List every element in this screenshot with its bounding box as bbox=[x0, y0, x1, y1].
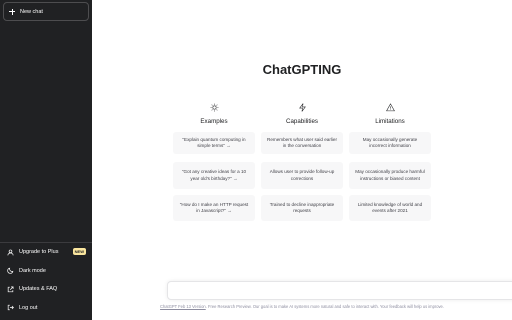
message-input-box bbox=[167, 281, 512, 300]
limitation-card: Limited knowledge of world and events af… bbox=[349, 195, 431, 221]
capabilities-column: Capabilities bbox=[261, 103, 343, 128]
lightning-icon bbox=[298, 99, 307, 117]
capability-card: Allows user to provide follow-up correct… bbox=[261, 162, 343, 189]
example-card[interactable]: "Got any creative ideas for a 10 year ol… bbox=[173, 162, 255, 189]
limitation-card: May occasionally generate incorrect info… bbox=[349, 132, 431, 154]
limitations-heading: Limitations bbox=[375, 118, 405, 125]
main-panel: ChatGPTING Examples "Explain quantum com… bbox=[92, 0, 512, 320]
limitations-column: Limitations bbox=[349, 103, 431, 128]
dark-mode-button[interactable]: Dark mode bbox=[0, 262, 92, 281]
app-root: New chat Upgrade to Plus NEW Dark mode U… bbox=[0, 0, 512, 320]
logout-icon bbox=[7, 304, 14, 311]
log-out-label: Log out bbox=[19, 304, 38, 311]
footer-text: . Free Research Preview. Our goal is to … bbox=[205, 304, 444, 309]
upgrade-to-plus-button[interactable]: Upgrade to Plus NEW bbox=[0, 243, 92, 262]
message-input[interactable] bbox=[174, 285, 504, 297]
example-card[interactable]: "How do I make an HTTP request in Javasc… bbox=[173, 195, 255, 221]
sun-icon bbox=[210, 99, 219, 117]
examples-column: Examples bbox=[173, 103, 255, 128]
example-card[interactable]: "Explain quantum computing in simple ter… bbox=[173, 132, 255, 154]
new-chat-button[interactable]: New chat bbox=[3, 2, 89, 21]
new-chat-label: New chat bbox=[20, 8, 43, 15]
examples-heading: Examples bbox=[200, 118, 228, 125]
footer-disclaimer: ChatGPT Feb 13 Version. Free Research Pr… bbox=[92, 304, 512, 309]
capability-card: Remembers what user said earlier in the … bbox=[261, 132, 343, 154]
intro-columns: Examples "Explain quantum computing in s… bbox=[173, 103, 433, 233]
plus-icon bbox=[9, 8, 15, 15]
capability-card: Trained to decline inappropriate request… bbox=[261, 195, 343, 221]
log-out-button[interactable]: Log out bbox=[0, 299, 92, 318]
new-badge: NEW bbox=[72, 248, 86, 255]
page-title: ChatGPTING bbox=[262, 62, 342, 77]
user-icon bbox=[7, 249, 14, 256]
limitation-card: May occasionally produce harmful instruc… bbox=[349, 162, 431, 189]
sidebar-bottom-menu: Upgrade to Plus NEW Dark mode Updates & … bbox=[0, 242, 92, 317]
dark-mode-label: Dark mode bbox=[19, 267, 46, 274]
warning-icon bbox=[385, 99, 395, 117]
moon-icon bbox=[7, 267, 14, 274]
sidebar: New chat Upgrade to Plus NEW Dark mode U… bbox=[0, 0, 92, 320]
updates-faq-link[interactable]: Updates & FAQ bbox=[0, 280, 92, 299]
version-link[interactable]: ChatGPT Feb 13 Version bbox=[160, 304, 206, 309]
updates-faq-label: Updates & FAQ bbox=[19, 286, 58, 293]
capabilities-heading: Capabilities bbox=[286, 118, 318, 125]
external-link-icon bbox=[7, 286, 14, 293]
upgrade-label: Upgrade to Plus bbox=[19, 249, 59, 256]
